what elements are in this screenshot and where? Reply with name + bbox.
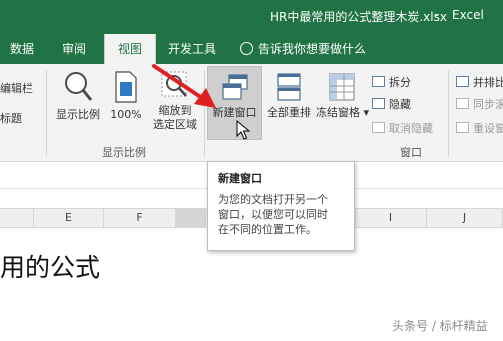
split-label: 拆分 [389,76,411,89]
sync-scroll-button[interactable]: 同步滚 [456,96,503,112]
arrange-all-label: 全部重排 [267,106,311,119]
tooltip-title: 新建窗口 [218,172,262,185]
formula-bar-toggle[interactable]: 编辑栏 [0,80,33,96]
tab-view[interactable]: 视图 [104,34,156,64]
unhide-label: 取消隐藏 [389,122,433,135]
window-group-label: 窗口 [400,146,422,159]
red-arrow-icon [152,64,216,108]
sync-scroll-icon [456,98,469,109]
side-by-side-label: 并排比 [473,76,503,89]
tab-developer[interactable]: 开发工具 [162,34,222,64]
zoom-button[interactable]: 显示比例 [52,70,104,122]
tooltip-line: 窗口，以便您可以同时 [218,208,328,221]
freeze-panes-text: 冻结窗格 [316,106,360,119]
group-separator [448,70,449,156]
ribbon-tab-bar: 数据 审阅 视图 开发工具 告诉我你想要做什么 [0,34,503,64]
zoom-group-label: 显示比例 [102,146,146,159]
arrange-all-icon [277,73,301,101]
new-window-tooltip: 新建窗口 为您的文档打开另一个 窗口，以便您可以同时 在不同的位置工作。 [207,161,355,251]
magnifier-icon [65,72,93,101]
tell-me-search[interactable]: 告诉我你想要做什么 [240,34,366,64]
window-title: HR中最常用的公式整理木炭.xlsx [270,10,447,24]
headings-label: 标题 [0,112,22,125]
app-name: Excel [452,8,484,22]
column-header-j[interactable]: J [427,209,503,227]
column-header-i[interactable]: I [355,209,427,227]
split-button[interactable]: 拆分 [372,74,411,90]
group-separator [46,70,47,156]
selection-label: 选定区域 [153,118,197,131]
reset-position-icon [456,122,469,133]
side-by-side-icon [456,76,469,87]
tooltip-line: 在不同的位置工作。 [218,223,317,236]
freeze-panes-label: 冻结窗格 ▾ [316,106,370,119]
hide-button[interactable]: 隐藏 [372,96,411,112]
freeze-panes-icon [329,73,355,101]
zoom-label: 显示比例 [56,108,100,121]
ribbon: 编辑栏 标题 显示比例 100% 缩放到 选定区域 显示比例 新建窗口 全部重排… [0,64,503,162]
page-100-icon [115,71,137,103]
zoom-100-button[interactable]: 100% [106,70,146,122]
title-bar: HR中最常用的公式整理木炭.xlsx - Excel [0,0,503,34]
sync-scroll-label: 同步滚 [473,98,503,111]
arrange-all-button[interactable]: 全部重排 [264,72,314,120]
column-header-f[interactable]: F [104,209,176,227]
title-separator: - [434,8,439,22]
tab-data[interactable]: 数据 [4,34,40,64]
lightbulb-icon [240,42,253,55]
hide-label: 隐藏 [389,98,411,111]
watermark: 头条号 / 标杆精益 [392,319,488,333]
view-side-by-side-button[interactable]: 并排比 [456,74,503,90]
zoom-100-label: 100% [110,108,142,121]
column-header-partial[interactable] [0,209,34,227]
formula-bar-label: 编辑栏 [0,82,33,95]
reset-position-button[interactable]: 重设窗 [456,120,503,136]
hide-icon [372,98,385,109]
new-window-icon [221,74,248,100]
headings-toggle[interactable]: 标题 [0,110,22,126]
tooltip-line: 为您的文档打开另一个 [218,193,328,206]
mouse-cursor-icon [236,120,250,140]
split-icon [372,76,385,87]
unhide-button[interactable]: 取消隐藏 [372,120,433,136]
tab-review[interactable]: 审阅 [56,34,92,64]
cell-title-text[interactable]: 用的公式 [0,248,100,284]
unhide-icon [372,122,385,133]
column-header-hidden[interactable] [176,209,206,227]
reset-position-label: 重设窗 [473,122,503,135]
tell-me-text: 告诉我你想要做什么 [258,42,367,56]
column-header-e[interactable]: E [34,209,104,227]
freeze-panes-button[interactable]: 冻结窗格 ▾ [316,72,370,120]
